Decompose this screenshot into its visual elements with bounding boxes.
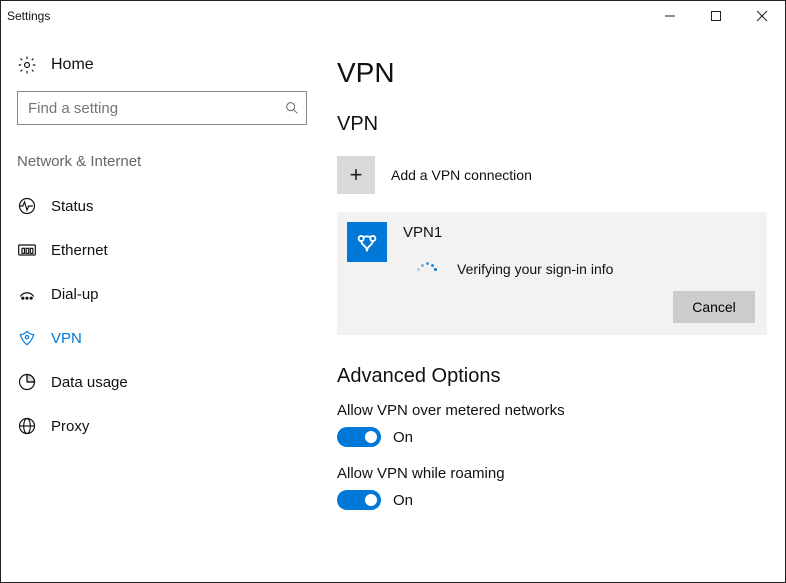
sidebar-item-label: Dial-up bbox=[51, 286, 99, 303]
vpn-icon bbox=[17, 328, 37, 348]
sidebar-item-datausage[interactable]: Data usage bbox=[11, 360, 311, 404]
plus-icon: + bbox=[337, 156, 375, 194]
settings-window: Settings Home bbox=[0, 0, 786, 583]
dialup-icon bbox=[17, 284, 37, 304]
sidebar-item-label: Data usage bbox=[51, 374, 128, 391]
vpn-connection-icon bbox=[347, 222, 387, 262]
ethernet-icon bbox=[17, 240, 37, 260]
vpn-connection-name: VPN1 bbox=[403, 222, 755, 241]
spinner-icon bbox=[417, 262, 437, 276]
cancel-button[interactable]: Cancel bbox=[673, 291, 755, 323]
vpn-connection-status: Verifying your sign-in info bbox=[457, 261, 613, 277]
vpn-card-header: VPN1 Verifying your sign-in info bbox=[347, 222, 755, 291]
sidebar-item-dialup[interactable]: Dial-up bbox=[11, 272, 311, 316]
search-input[interactable] bbox=[18, 100, 278, 117]
window-controls bbox=[647, 1, 785, 31]
toggle-state: On bbox=[393, 429, 413, 446]
proxy-icon bbox=[17, 416, 37, 436]
add-vpn-label: Add a VPN connection bbox=[391, 167, 532, 183]
sidebar-item-vpn[interactable]: VPN bbox=[11, 316, 311, 360]
toggle-row-metered: Allow VPN over metered networks On bbox=[337, 402, 775, 447]
sidebar-item-ethernet[interactable]: Ethernet bbox=[11, 228, 311, 272]
toggle-roaming[interactable] bbox=[337, 490, 381, 510]
gear-icon bbox=[17, 55, 37, 75]
home-label: Home bbox=[51, 56, 94, 74]
home-link[interactable]: Home bbox=[11, 49, 311, 91]
sidebar-item-label: VPN bbox=[51, 330, 82, 347]
page-title: VPN bbox=[337, 57, 775, 89]
toggle-label: Allow VPN over metered networks bbox=[337, 402, 775, 419]
sidebar: Home Network & Internet Status Ether bbox=[1, 31, 311, 582]
window-title: Settings bbox=[7, 9, 647, 23]
maximize-button[interactable] bbox=[693, 1, 739, 31]
toggle-label: Allow VPN while roaming bbox=[337, 465, 775, 482]
sidebar-group-heading: Network & Internet bbox=[11, 149, 311, 184]
sidebar-item-status[interactable]: Status bbox=[11, 184, 311, 228]
close-button[interactable] bbox=[739, 1, 785, 31]
status-icon bbox=[17, 196, 37, 216]
toggle-state: On bbox=[393, 492, 413, 509]
sidebar-item-label: Proxy bbox=[51, 418, 89, 435]
toggle-metered[interactable] bbox=[337, 427, 381, 447]
search-icon bbox=[278, 100, 306, 116]
section-heading-vpn: VPN bbox=[337, 113, 775, 136]
sidebar-item-label: Ethernet bbox=[51, 242, 108, 259]
advanced-options-heading: Advanced Options bbox=[337, 365, 775, 388]
vpn-connection-card[interactable]: VPN1 Verifying your sign-in info bbox=[337, 212, 767, 335]
toggle-row-roaming: Allow VPN while roaming On bbox=[337, 465, 775, 510]
search-box[interactable] bbox=[17, 91, 307, 125]
content-area: Home Network & Internet Status Ether bbox=[1, 31, 785, 582]
add-vpn-button[interactable]: + Add a VPN connection bbox=[337, 150, 775, 212]
main-panel: VPN VPN + Add a VPN connection VPN1 bbox=[311, 31, 785, 582]
sidebar-item-proxy[interactable]: Proxy bbox=[11, 404, 311, 448]
titlebar: Settings bbox=[1, 1, 785, 31]
minimize-button[interactable] bbox=[647, 1, 693, 31]
data-usage-icon bbox=[17, 372, 37, 392]
sidebar-item-label: Status bbox=[51, 198, 94, 215]
